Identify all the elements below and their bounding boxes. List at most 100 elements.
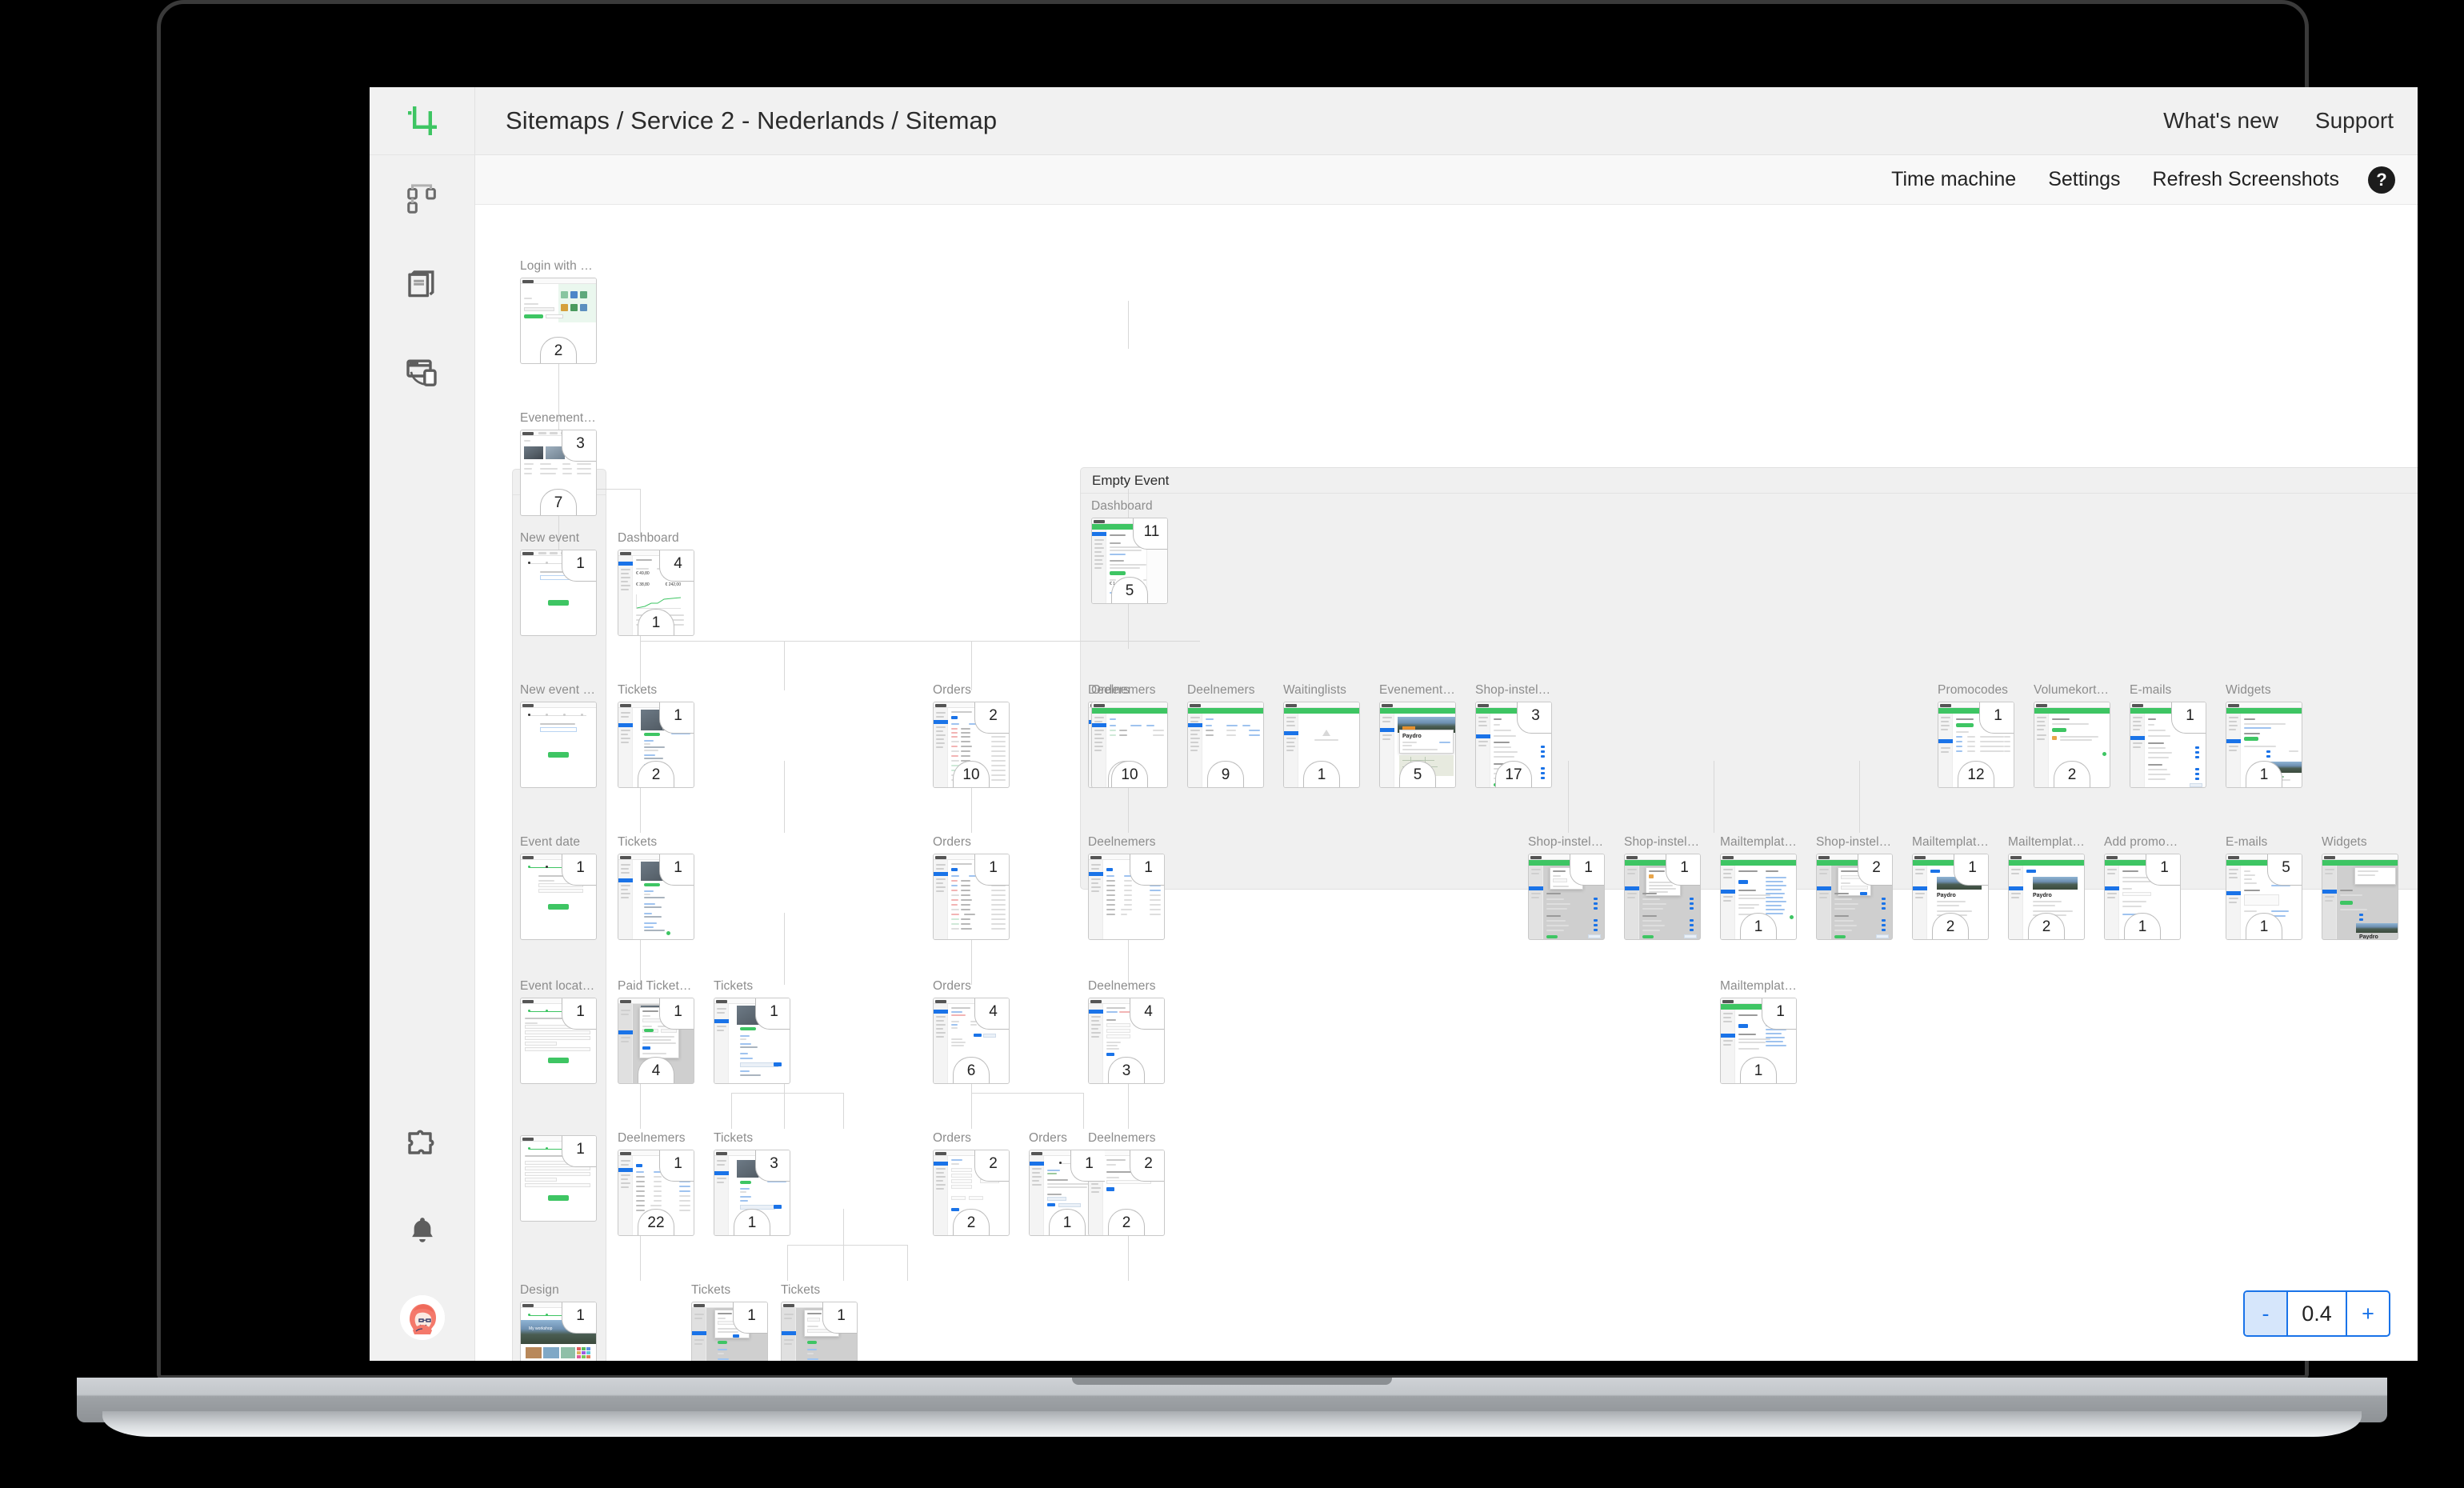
node-card[interactable]: € 49,80 17 € 38,80 € 242,00 bbox=[618, 550, 694, 636]
sitemap-node[interactable]: New event event-n... bbox=[520, 683, 597, 788]
sidebar-item-notifications[interactable] bbox=[370, 1188, 475, 1274]
sitemap-node[interactable]: Widgets bbox=[2322, 835, 2398, 940]
sitemap-node[interactable]: Add promocode bbox=[2104, 835, 2181, 940]
sidebar-item-sitemaps[interactable] bbox=[370, 155, 475, 242]
sitemap-node[interactable]: Orders bbox=[933, 979, 1010, 1084]
sitemap-node[interactable]: Mailtemplates bbox=[1912, 835, 1989, 940]
sitemap-node[interactable]: Waitinglists 1 bbox=[1283, 683, 1360, 788]
sitemap-node[interactable]: Tickets bbox=[618, 683, 694, 788]
sitemap-node[interactable]: New event 1 bbox=[520, 531, 597, 636]
sitemap-node[interactable]: Deelnemers bbox=[1187, 683, 1264, 788]
help-icon[interactable]: ? bbox=[2368, 166, 2395, 194]
sitemap-node[interactable]: Tickets bbox=[691, 1283, 768, 1361]
zoom-level-value[interactable]: 0.4 bbox=[2286, 1292, 2347, 1335]
sitemap-node[interactable]: Design My workshop 1 bbox=[520, 1283, 597, 1361]
node-card[interactable] bbox=[520, 702, 597, 788]
node-card[interactable]: 1 bbox=[691, 1302, 768, 1361]
sitemap-node[interactable]: Event location 1 bbox=[520, 979, 597, 1084]
sitemap-node[interactable]: Evenementen 3 7 bbox=[520, 411, 597, 516]
node-card[interactable]: 2 2 bbox=[933, 1150, 1010, 1236]
sitemap-node[interactable]: Orders bbox=[1091, 683, 1168, 788]
node-card[interactable]: Paydro 1 2 bbox=[1912, 854, 1989, 940]
sitemap-node[interactable]: Event date 1 bbox=[520, 835, 597, 940]
node-card[interactable]: € 1,80 11 5 bbox=[1091, 518, 1168, 604]
sitemap-canvas[interactable]: New event Empty Event bbox=[475, 205, 2418, 1361]
node-card[interactable]: 2 bbox=[1816, 854, 1893, 940]
node-card[interactable]: 1 bbox=[1624, 854, 1701, 940]
node-card[interactable]: My workshop 1 bbox=[520, 1302, 597, 1361]
sitemap-node[interactable]: Orders bbox=[933, 683, 1010, 788]
sitemap-node[interactable]: Tickets bbox=[714, 1131, 790, 1236]
sitemap-node[interactable]: Orders bbox=[933, 1131, 1010, 1236]
group-empty-event[interactable]: Empty Event bbox=[1080, 467, 2418, 890]
sitemap-node[interactable]: Shop-instellingen bbox=[1816, 835, 1893, 940]
node-card[interactable]: 1 bbox=[781, 1302, 858, 1361]
sitemap-node[interactable]: Widgets bbox=[2226, 683, 2302, 788]
zoom-in-button[interactable]: + bbox=[2347, 1292, 2389, 1335]
node-card[interactable]: 9 bbox=[1187, 702, 1264, 788]
node-card[interactable]: 1 bbox=[1720, 854, 1797, 940]
support-link[interactable]: Support bbox=[2315, 108, 2394, 134]
sitemap-node[interactable]: Shop-instellingen bbox=[1528, 835, 1605, 940]
sitemap-node[interactable]: Dashboard bbox=[1091, 499, 1168, 604]
node-card[interactable]: 3 17 bbox=[1475, 702, 1552, 788]
sitemap-node[interactable]: Tickets bbox=[618, 835, 694, 940]
zoom-control[interactable]: - 0.4 + bbox=[2243, 1290, 2390, 1337]
sitemap-node[interactable]: Tickets bbox=[781, 1283, 858, 1361]
node-card[interactable]: 4 3 bbox=[1088, 998, 1165, 1084]
sitemap-node[interactable]: Tickets bbox=[714, 979, 790, 1084]
node-card[interactable]: 5 1 bbox=[2226, 854, 2302, 940]
refresh-screenshots-button[interactable]: Refresh Screenshots bbox=[2153, 168, 2339, 191]
settings-button[interactable]: Settings bbox=[2048, 168, 2120, 191]
node-card[interactable]: 1 1 bbox=[1720, 998, 1797, 1084]
sitemap-node[interactable]: Deelnemers bbox=[618, 1131, 694, 1236]
node-card[interactable]: Paydro 2 bbox=[2008, 854, 2085, 940]
node-card[interactable]: 1 bbox=[520, 998, 597, 1084]
sitemap-node[interactable]: Deelnemers bbox=[1088, 979, 1165, 1084]
node-card[interactable]: 1 bbox=[520, 854, 597, 940]
node-card[interactable]: 2 bbox=[2034, 702, 2110, 788]
node-card[interactable]: Paydro bbox=[1379, 702, 1456, 788]
node-card[interactable]: 3 7 bbox=[520, 430, 597, 516]
zoom-out-button[interactable]: - bbox=[2245, 1292, 2286, 1335]
sidebar-item-integrations[interactable] bbox=[370, 1102, 475, 1188]
sidebar-item-library[interactable] bbox=[370, 242, 475, 328]
node-card[interactable]: Paydro bbox=[2322, 854, 2398, 940]
node-card[interactable]: 1 1 bbox=[2104, 854, 2181, 940]
node-card[interactable]: 10 bbox=[1091, 702, 1168, 788]
sitemap-node[interactable]: Shop-instellingen bbox=[1624, 835, 1701, 940]
sitemap-node[interactable]: Dashboard bbox=[618, 531, 694, 636]
sitemap-node[interactable]: Shop-instellingen bbox=[1475, 683, 1552, 788]
node-card[interactable]: 1 bbox=[1528, 854, 1605, 940]
node-card[interactable]: 1 bbox=[520, 550, 597, 636]
sidebar-item-devices[interactable] bbox=[370, 328, 475, 414]
sitemap-node[interactable]: E-mails bbox=[2130, 683, 2206, 788]
sidebar-item-account[interactable] bbox=[370, 1274, 475, 1361]
node-card[interactable]: 1 bbox=[1283, 702, 1360, 788]
node-card[interactable]: 1 12 bbox=[1938, 702, 2014, 788]
node-card[interactable]: 1 4 bbox=[618, 998, 694, 1084]
sitemap-node[interactable]: Paid Tickets SS bbox=[618, 979, 694, 1084]
sitemap-node[interactable]: Evenement instelli... bbox=[1379, 683, 1456, 788]
node-card[interactable]: 1 bbox=[1088, 854, 1165, 940]
node-card[interactable]: 1 bbox=[714, 998, 790, 1084]
node-card[interactable]: 1 bbox=[520, 1135, 597, 1222]
sitemap-node[interactable]: Mailtemplates bbox=[1720, 979, 1797, 1084]
sitemap-node[interactable]: Deelnemers bbox=[1088, 1131, 1165, 1236]
sitemap-node[interactable]: Deelnemers bbox=[1088, 835, 1165, 940]
app-logo[interactable] bbox=[370, 87, 475, 155]
sitemap-node[interactable]: Promocodes 1 12 bbox=[1938, 683, 2014, 788]
sitemap-node[interactable]: Volumekorting 2 bbox=[2034, 683, 2110, 788]
node-card[interactable]: 4 6 bbox=[933, 998, 1010, 1084]
node-card[interactable]: 1 bbox=[2226, 702, 2302, 788]
node-card[interactable]: 1 22 bbox=[618, 1150, 694, 1236]
whats-new-link[interactable]: What's new bbox=[2163, 108, 2278, 134]
sitemap-node[interactable]: Mailtemplates bbox=[1720, 835, 1797, 940]
sitemap-node[interactable]: Orders bbox=[933, 835, 1010, 940]
sitemap-node[interactable]: Login with your s... bbox=[520, 259, 597, 364]
node-card[interactable]: 2 bbox=[520, 278, 597, 364]
node-card[interactable]: 3 1 bbox=[714, 1150, 790, 1236]
sitemap-node[interactable]: E-mails bbox=[2226, 835, 2302, 940]
node-card[interactable]: 1 2 bbox=[618, 702, 694, 788]
node-card[interactable]: 1 bbox=[933, 854, 1010, 940]
